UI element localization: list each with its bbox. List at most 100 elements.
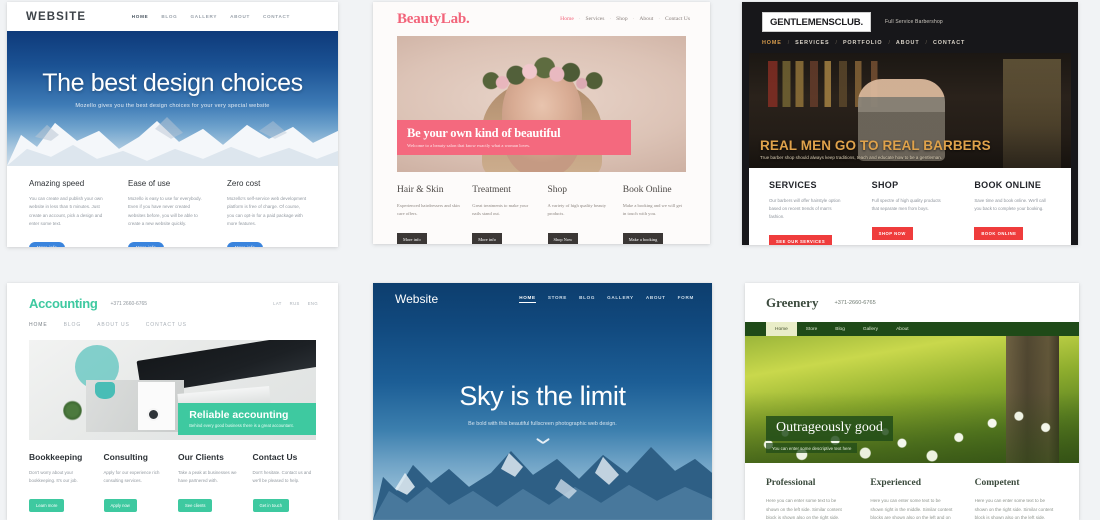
- feature-button[interactable]: Apply now: [103, 499, 137, 513]
- phone-number[interactable]: +371-2660-6765: [834, 300, 875, 306]
- hero-title: Be your own kind of beautiful: [407, 126, 561, 140]
- feature-button[interactable]: Make a booking: [622, 232, 664, 244]
- nav-item-about[interactable]: About: [887, 322, 918, 336]
- nav-item-services[interactable]: SERVICES: [795, 40, 829, 46]
- template-card-sky-is-the-limit[interactable]: Website HOME STORE BLOG GALLERY ABOUT FO…: [373, 283, 712, 520]
- hero-banner: The best design choices Mozello gives yo…: [7, 31, 338, 166]
- feature-button[interactable]: SEE OUR SERVICES: [769, 235, 833, 245]
- nav-item-store[interactable]: STORE: [548, 295, 567, 303]
- feature-button[interactable]: More info: [128, 241, 165, 247]
- nav-item-about[interactable]: ABOUT: [230, 14, 250, 19]
- feature-column: Competent Here you can enter some text t…: [975, 478, 1058, 520]
- template-card-greenery[interactable]: Greenery +371-2660-6765 Home Store Blog …: [745, 283, 1079, 520]
- nav-item-home[interactable]: Home: [560, 16, 574, 22]
- nav-item-about-us[interactable]: ABOUT US: [97, 322, 130, 328]
- feature-button[interactable]: More info: [29, 241, 66, 247]
- feature-button[interactable]: More info: [397, 232, 427, 244]
- feature-button[interactable]: See clients: [178, 499, 213, 513]
- hero-subtitle: Be bold with this beautiful fullscreen p…: [468, 421, 617, 427]
- nav-item-store[interactable]: Store: [797, 322, 826, 336]
- nav-item-home[interactable]: HOME: [29, 322, 48, 328]
- feature-button[interactable]: More info: [472, 232, 502, 244]
- feature-heading: BOOK ONLINE: [974, 180, 1042, 190]
- nav-item-gallery[interactable]: GALLERY: [607, 295, 634, 303]
- site-logo: Website: [395, 292, 439, 306]
- nav-item-contact[interactable]: CONTACT: [263, 14, 290, 19]
- feature-heading: Amazing speed: [29, 179, 85, 188]
- site-nav: Home Store Blog Gallery About: [745, 322, 1079, 336]
- feature-button[interactable]: BOOK ONLINE: [974, 227, 1024, 241]
- feature-column: Hair & Skin Experienced hairdressers and…: [397, 185, 460, 244]
- nav-item-shop[interactable]: Shop: [616, 16, 628, 22]
- hero-title: Sky is the limit: [459, 381, 626, 411]
- template-card-website-design-choices[interactable]: WEBSITE HOME BLOG GALLERY ABOUT CONTACT …: [7, 2, 338, 247]
- site-logo: WEBSITE: [26, 10, 87, 23]
- feature-column: Ease of use Mozello is easy to use for e…: [128, 179, 208, 247]
- site-logo: BeautyLab.: [397, 10, 470, 27]
- feature-button[interactable]: More info: [227, 241, 264, 247]
- feature-button[interactable]: Get in touch: [252, 499, 290, 513]
- nav-item-contact-us[interactable]: Contact Us: [665, 16, 690, 22]
- nav-separator: ·: [658, 16, 660, 22]
- feature-column: Amazing speed You can create and publish…: [29, 179, 109, 247]
- feature-button[interactable]: Learn more: [29, 499, 65, 513]
- feature-button[interactable]: SHOP NOW: [871, 227, 913, 241]
- hero-banner: Be your own kind of beautiful Welcome to…: [397, 36, 686, 172]
- feature-heading: Experienced: [870, 478, 921, 488]
- nav-item-blog[interactable]: BLOG: [579, 295, 595, 303]
- nav-item-about[interactable]: About: [639, 16, 653, 22]
- feature-body: Take a peak at businesses we have partne…: [178, 470, 237, 484]
- nav-item-blog[interactable]: Blog: [826, 322, 854, 336]
- nav-item-home[interactable]: HOME: [132, 14, 149, 19]
- nav-item-gallery[interactable]: Gallery: [854, 322, 887, 336]
- feature-column: Zero cost Mozello's self-service web dev…: [227, 179, 307, 247]
- nav-separator: /: [835, 40, 837, 46]
- feature-heading: SERVICES: [769, 180, 817, 190]
- feature-heading: Competent: [974, 478, 1020, 488]
- hero-caption-band: Outrageously good: [766, 416, 893, 441]
- nav-item-about[interactable]: ABOUT: [896, 40, 920, 46]
- lang-option-eng[interactable]: ENG: [308, 301, 318, 306]
- mountain-illustration: [7, 117, 338, 166]
- feature-column: Bookkeeping Don't worry about your bookk…: [29, 452, 93, 513]
- nav-separator: ·: [609, 16, 612, 22]
- feature-body: Full spectre of high quality products th…: [871, 198, 941, 212]
- feature-body: Here you can enter some text to be shown…: [870, 498, 953, 520]
- hero-title: The best design choices: [42, 69, 303, 97]
- feature-columns: SERVICES Our barbers will offer hairstyl…: [749, 168, 1071, 245]
- site-header: Accounting +371 2660-6765 LAT RUS ENG: [7, 283, 338, 311]
- nav-item-contact-us[interactable]: CONTACT US: [146, 322, 187, 328]
- nav-item-home[interactable]: HOME: [519, 295, 536, 303]
- nav-item-contact[interactable]: CONTACT: [933, 40, 965, 46]
- feature-button[interactable]: Shop Now: [547, 232, 579, 244]
- chevron-down-icon[interactable]: [536, 440, 550, 448]
- nav-item-home[interactable]: HOME: [762, 40, 782, 46]
- template-card-accounting[interactable]: Accounting +371 2660-6765 LAT RUS ENG HO…: [7, 283, 338, 520]
- lang-option-rus[interactable]: RUS: [290, 301, 300, 306]
- feature-column: Treatment Great treatments to make your …: [472, 185, 535, 244]
- feature-column: SHOP Full spectre of high quality produc…: [871, 180, 949, 245]
- nav-item-about[interactable]: ABOUT: [646, 295, 666, 303]
- nav-item-services[interactable]: Services: [586, 16, 605, 22]
- hero-banner: Outrageously good You can enter some des…: [745, 336, 1079, 463]
- nav-item-blog[interactable]: BLOG: [64, 322, 82, 328]
- doorway-illustration: [1003, 59, 1062, 168]
- nav-item-gallery[interactable]: GALLERY: [190, 14, 217, 19]
- site-header: BeautyLab. Home · Services · Shop · Abou…: [373, 2, 710, 36]
- hero-title: REAL MEN GO TO REAL BARBERS: [760, 138, 991, 153]
- nav-item-home[interactable]: Home: [766, 322, 797, 336]
- hero-banner: REAL MEN GO TO REAL BARBERS True barber …: [749, 53, 1071, 168]
- nav-item-form[interactable]: FORM: [678, 295, 694, 303]
- site-logo: Greenery: [766, 295, 819, 310]
- hero-caption-band: Reliable accounting Behind every good bu…: [178, 403, 316, 435]
- nav-separator: /: [787, 40, 790, 46]
- site-nav: HOME STORE BLOG GALLERY ABOUT FORM: [519, 295, 694, 303]
- template-card-beautylab[interactable]: BeautyLab. Home · Services · Shop · Abou…: [373, 2, 710, 244]
- template-card-gentlemensclub[interactable]: GENTLEMENSCLUB. Full Service Barbershop …: [742, 2, 1078, 245]
- nav-item-blog[interactable]: BLOG: [161, 14, 177, 19]
- coffee-cup-illustration: [146, 408, 160, 421]
- lang-option-lat[interactable]: LAT: [273, 301, 282, 306]
- nav-item-portfolio[interactable]: PORTFOLIO: [843, 40, 883, 46]
- feature-column: Experienced Here you can enter some text…: [870, 478, 953, 520]
- phone-number[interactable]: +371 2660-6765: [111, 301, 148, 307]
